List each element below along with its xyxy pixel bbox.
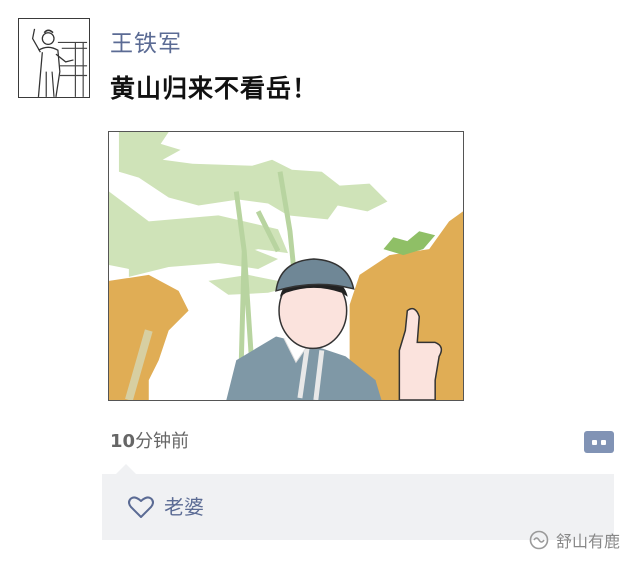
wechat-channel-icon [529, 530, 549, 550]
post-photo[interactable] [108, 131, 464, 401]
time-suffix: 分钟前 [135, 431, 190, 452]
heart-outline-icon [128, 496, 154, 518]
username[interactable]: 王铁军 [110, 28, 182, 60]
watermark-label: 舒山有鹿 [556, 532, 621, 551]
time-number: 10 [110, 431, 136, 452]
watermark: 舒山有鹿 [528, 527, 620, 553]
post-text: 黄山归来不看岳！ [110, 74, 319, 103]
comment-dots-icon[interactable] [584, 431, 614, 453]
moments-post: 王铁军 黄山归来不看岳！ 10分钟前 老婆 舒山有鹿 [0, 0, 641, 569]
comment-dot [601, 439, 606, 445]
selfie-huangshan-illustration [109, 132, 463, 400]
liker-name[interactable]: 老婆 [164, 492, 204, 522]
avatar[interactable] [18, 18, 90, 98]
comment-dot [592, 439, 597, 445]
post-time: 10分钟前 [110, 428, 189, 456]
avatar-figure-illustration [19, 19, 89, 97]
